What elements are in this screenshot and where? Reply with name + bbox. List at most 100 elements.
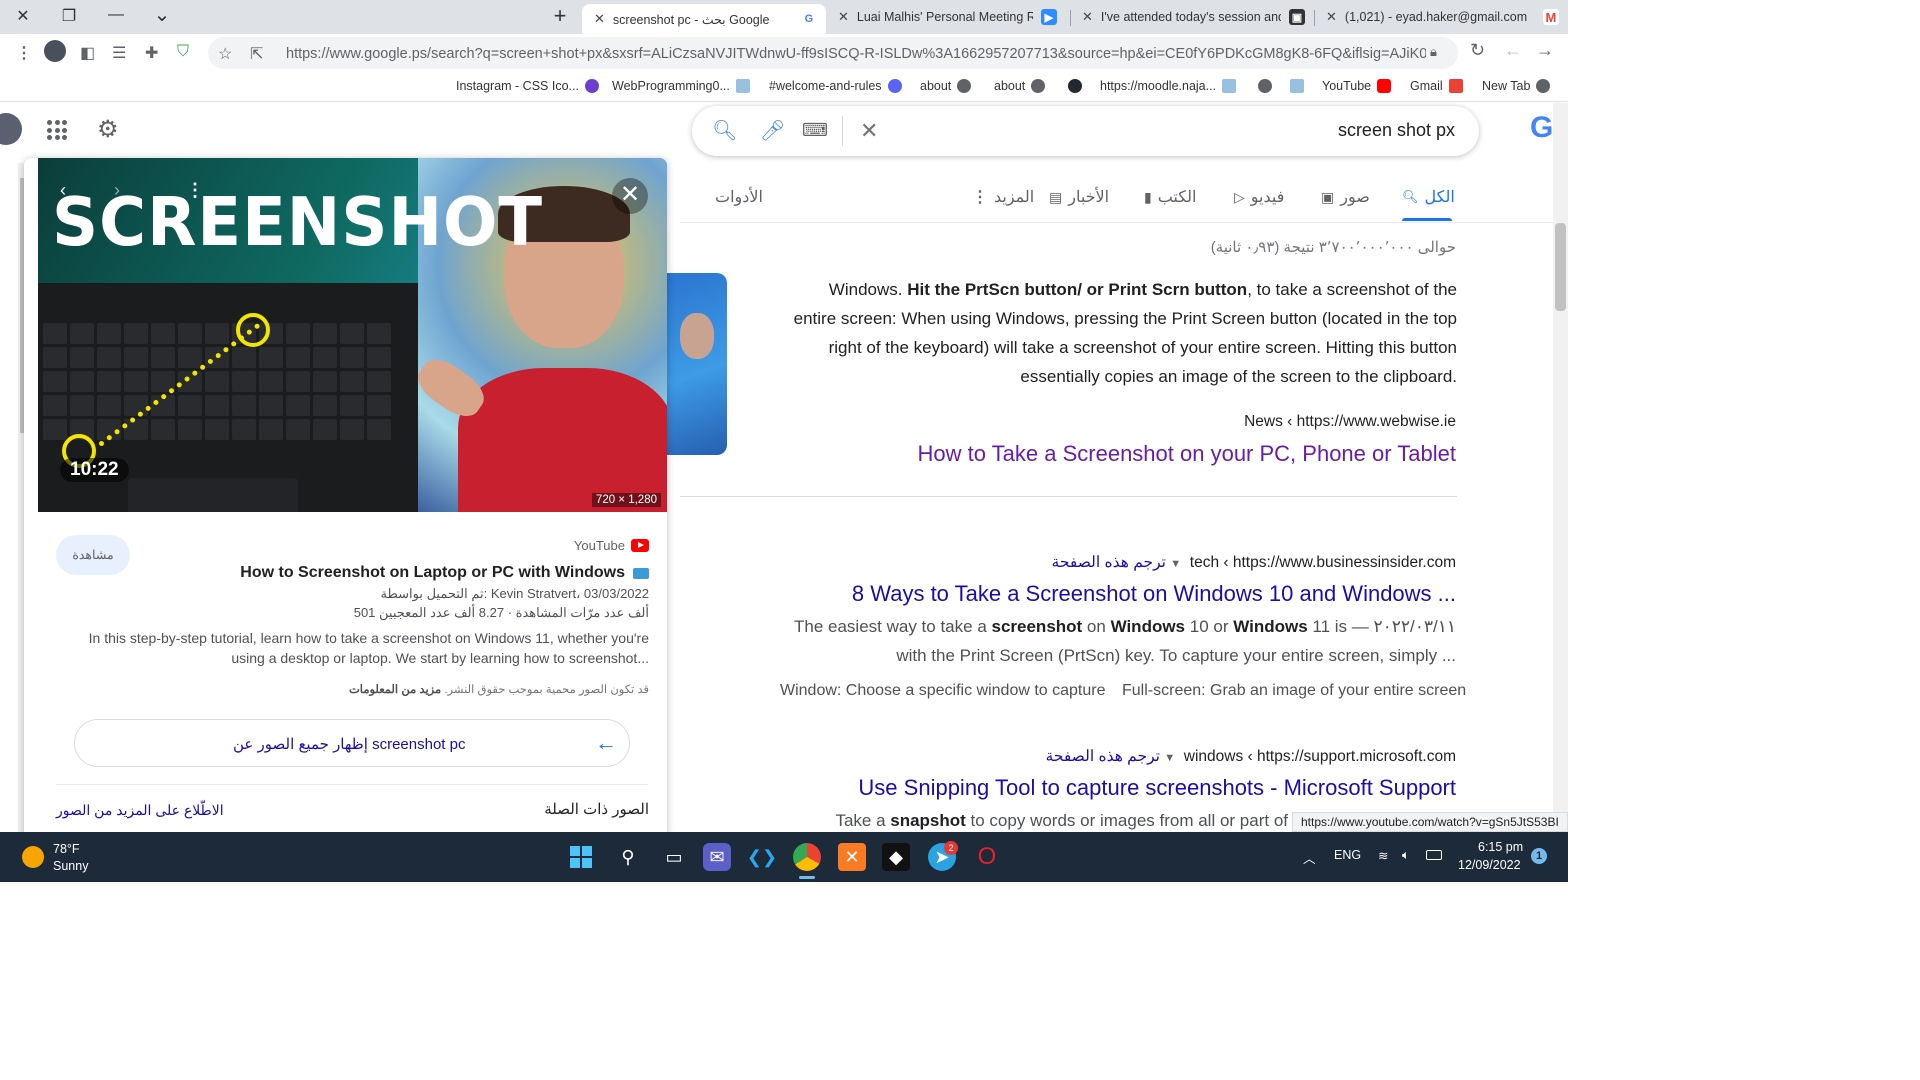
account-avatar[interactable] [0,113,22,145]
back-icon[interactable]: → [1536,40,1554,61]
windows-start-icon[interactable] [567,843,595,871]
inkscape-icon[interactable]: ◆ [882,843,910,871]
result-title-link[interactable]: 8 Ways to Take a Screenshot on Windows 1… [852,581,1456,607]
tab-zoom-meeting[interactable]: ✕ Luai Malhis' Personal Meeting Ro ▶ [832,4,1066,30]
extensions-puzzle-icon[interactable]: ✚ [145,43,158,63]
minimize-window-icon[interactable]: — [104,6,128,24]
tab-attended-session[interactable]: ✕ I've attended today's session and ▣ [1076,4,1310,30]
sun-weather-icon[interactable] [22,846,44,868]
next-image-icon[interactable]: › [114,180,120,201]
volume-icon[interactable]: 🔈︎ [1402,848,1410,863]
reload-icon[interactable]: ↻ [1470,40,1485,61]
github-icon[interactable] [1068,79,1082,93]
bookmark-webprogramming[interactable]: WebProgramming0... [612,79,750,93]
watch-button[interactable]: مشاهدة [56,535,130,575]
translate-page-link[interactable]: ترجم هذه الصفحة [1052,554,1166,571]
close-tab-icon[interactable]: ✕ [594,11,605,27]
search-taskbar-icon[interactable]: ⚲ [614,843,642,871]
restore-window-icon[interactable]: ❐ [57,6,81,26]
preview-source[interactable]: YouTube [574,538,649,553]
result-title-link[interactable]: Use Snipping Tool to capture screenshots… [858,775,1456,801]
profile-avatar-icon[interactable] [44,40,66,62]
tab-images[interactable]: ▣ صور [1321,187,1370,207]
show-all-images-button[interactable]: إظهار جميع الصور عن screenshot pc ← [74,719,630,767]
keyboard-icon[interactable]: ⌨ [802,120,828,141]
bookmark-about-1[interactable]: about [920,79,972,93]
translate-page-link[interactable]: ترجم هذه الصفحة [1046,748,1160,765]
close-preview-button[interactable]: ✕ [612,178,648,214]
preview-title[interactable]: How to Screenshot on Laptop or PC with W… [240,564,649,582]
learn-more-link[interactable]: مزيد من المعلومات [349,684,441,696]
task-view-icon[interactable]: ▭ [660,843,688,871]
settings-gear-icon[interactable]: ⚙ [97,115,119,144]
tab-videos[interactable]: ▷ فيديو [1234,187,1284,207]
forward-icon[interactable]: ← [1504,40,1522,61]
bookmark-moodle[interactable]: https://moodle.naja... [1100,79,1237,93]
caret-down-icon[interactable]: ▼ [1170,558,1181,570]
caret-down-icon[interactable]: ▼ [1164,752,1175,764]
close-tab-icon[interactable]: ✕ [838,9,849,25]
menu-kebab-icon[interactable]: ⋮ [16,43,32,63]
more-options-icon[interactable]: ⋮ [186,180,204,201]
wifi-icon[interactable]: ≋ [1378,848,1388,863]
opera-icon[interactable]: O [973,843,1001,871]
tab-all[interactable]: 🔍︎ الكل [1402,187,1455,207]
notification-badge[interactable]: 1 [1531,848,1547,864]
weather-temperature[interactable]: 78°F [53,842,80,856]
search-box[interactable]: 🔍︎ 🎤︎ ⌨ ✕ screen shot px [692,106,1479,156]
xampp-icon[interactable]: ✕ [838,843,866,871]
shield-extension-icon[interactable]: ⛉ [177,43,189,61]
featured-snippet-cite[interactable]: News ‹ https://www.webwise.ie [1244,413,1456,431]
new-tab-button[interactable]: + [548,3,572,29]
see-more-images-link[interactable]: الاطّلاع على المزيد من الصور [56,802,224,819]
globe-icon[interactable] [1258,79,1272,93]
close-tab-icon[interactable]: ✕ [1082,9,1093,25]
previous-image-icon[interactable]: ‹ [60,180,66,201]
google-apps-grid-icon[interactable] [47,120,67,140]
bookmark-welcome-and-rules[interactable]: #welcome-and-rules [769,79,902,93]
page-scrollbar[interactable] [1553,103,1568,832]
tab-more[interactable]: ⋮ المزيد [972,187,1034,207]
result-sublink[interactable]: Window: Choose a specific window to capt… [780,682,1106,700]
clock-date[interactable]: 12/09/2022 [1458,858,1521,872]
microphone-icon[interactable]: 🎤︎ [760,118,785,143]
input-language[interactable]: ENG [1334,848,1361,862]
chrome-icon[interactable] [793,843,821,871]
lock-icon[interactable]: 🔒︎ [1430,44,1437,60]
tab-google-search[interactable]: ✕ screenshot pc - بحث Google G [582,4,826,34]
bookmark-favicon-icon[interactable] [1290,79,1304,93]
vscode-icon[interactable]: ❮❯ [747,843,777,871]
featured-snippet-title-link[interactable]: How to Take a Screenshot on your PC, Pho… [917,441,1456,467]
reading-list-icon[interactable]: ☰ [112,43,126,63]
featured-snippet-thumbnail[interactable] [666,273,727,455]
bookmark-star-icon[interactable]: ☆ [218,44,232,64]
page-scrollbar-thumb[interactable] [1555,223,1566,311]
search-query-text[interactable]: screen shot px [1338,120,1455,141]
tab-gmail[interactable]: ✕ (1,021) - eyad.haker@gmail.com M [1320,4,1566,30]
side-panel-icon[interactable]: ◧ [80,43,95,63]
bookmark-new-tab[interactable]: New Tab [1482,79,1551,93]
bookmark-youtube[interactable]: YouTube [1322,79,1392,93]
bookmark-gmail[interactable]: Gmail [1410,79,1463,93]
bookmark-about-2[interactable]: about [994,79,1046,93]
close-window-icon[interactable]: ✕ [11,6,35,26]
show-hidden-icons-chevron-icon[interactable]: ︿ [1303,848,1316,867]
result-sublink[interactable]: Full-screen: Grab an image of your entir… [1122,682,1466,700]
result-url[interactable]: windows ‹ https://support.microsoft.com [1184,748,1456,765]
tab-tools[interactable]: الأدوات [715,187,763,207]
tab-books[interactable]: ▮ الكتب [1144,187,1196,207]
teams-chat-icon[interactable]: ✉ [703,843,731,871]
preview-image[interactable]: SCREENSHOT 10:22 720 × 1,280 ‹ › ⋮ ✕ [38,158,667,512]
google-logo[interactable]: G [1530,111,1553,145]
address-bar[interactable]: ☆ ⇱ https://www.google.ps/search?q=scree… [208,37,1458,69]
share-icon[interactable]: ⇱ [250,44,263,64]
weather-description[interactable]: Sunny [53,859,88,873]
url-text[interactable]: https://www.google.ps/search?q=screen+sh… [286,46,1426,62]
bookmark-instagram-css[interactable]: Instagram - CSS Ico... [456,79,599,93]
close-tab-icon[interactable]: ✕ [1326,9,1337,25]
result-url[interactable]: tech ‹ https://www.businessinsider.com [1190,554,1456,571]
battery-icon[interactable] [1426,850,1442,860]
clear-search-icon[interactable]: ✕ [860,118,878,144]
tab-news[interactable]: ▤ الأخبار [1049,187,1109,207]
search-icon[interactable]: 🔍︎ [712,118,737,143]
